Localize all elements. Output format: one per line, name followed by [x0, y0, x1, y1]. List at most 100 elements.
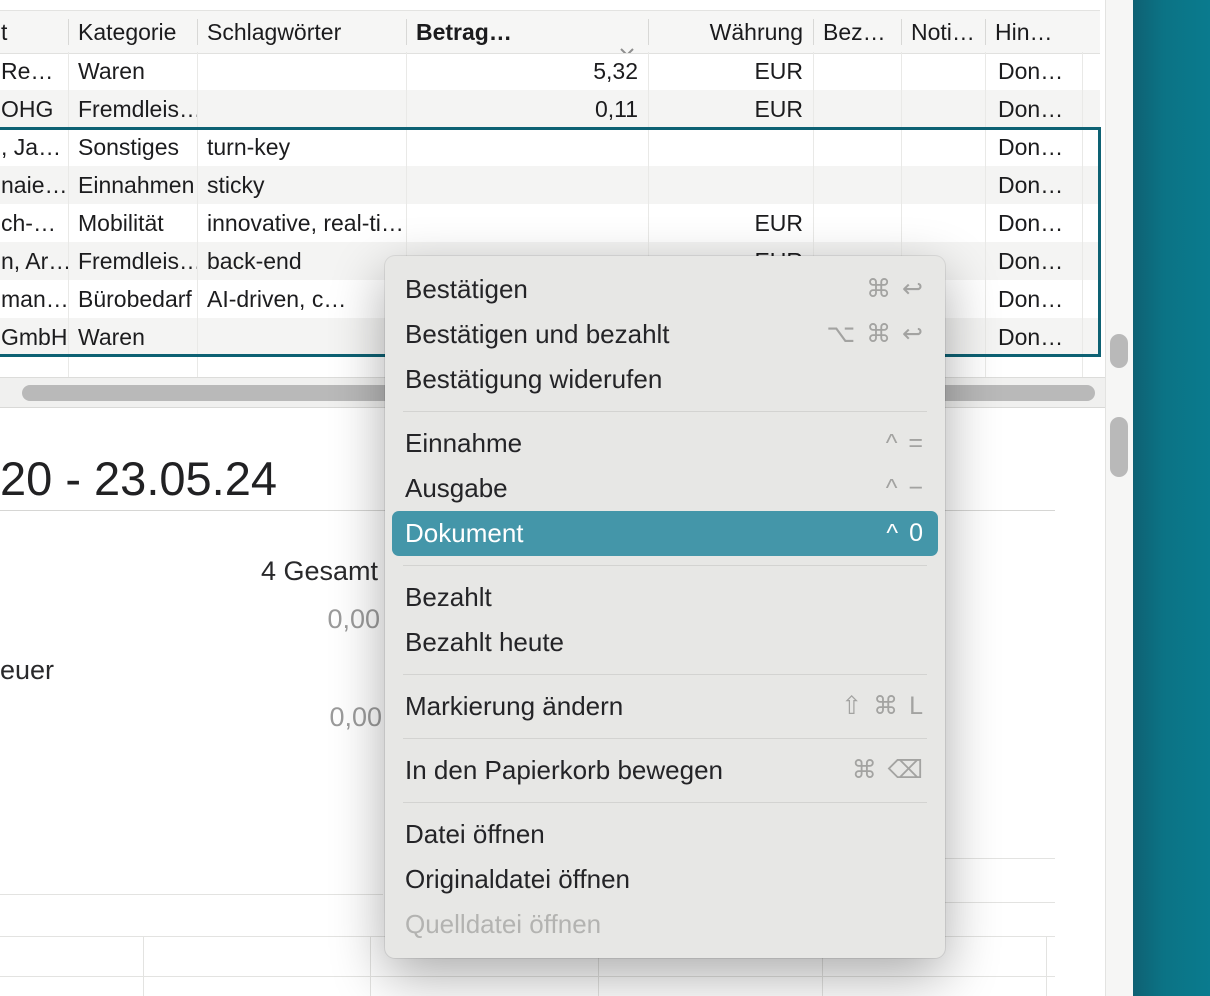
menu-separator [403, 411, 927, 412]
vertical-scrollbar-thumb-top[interactable] [1110, 334, 1128, 368]
cell-schlagworter: AI-driven, c… [197, 280, 406, 318]
cell-betrag: 5,32 [406, 52, 648, 90]
preview-total-value: 0,00 [0, 604, 380, 635]
preview-grid-vline [1046, 936, 1047, 996]
menu-item-in-den-papierkorb-bewegen[interactable]: In den Papierkorb bewegen⌘ ⌫ [392, 748, 938, 793]
cell-hin: Don… [985, 242, 1082, 280]
menu-item-shortcut: ^ − [886, 466, 925, 511]
menu-item-bestatigen[interactable]: Bestätigen ⌘ ↩ [392, 267, 938, 312]
header-separator [813, 19, 814, 45]
column-header-wahrung[interactable]: Währung [648, 11, 813, 53]
app-window: tKategorieSchlagwörterBetrag…WährungBez…… [0, 0, 1210, 996]
menu-separator [403, 674, 927, 675]
cell-betrag: 0,11 [406, 90, 648, 128]
menu-item-shortcut: ^ = [886, 421, 925, 466]
preview-grid-vline [370, 936, 371, 996]
header-separator [648, 19, 649, 45]
header-separator [197, 19, 198, 45]
preview-line [0, 894, 383, 895]
menu-item-bestatigung-widerufen[interactable]: Bestätigung widerufen [392, 357, 938, 402]
cell-bez [813, 52, 901, 90]
table-row[interactable]: ch-…Mobilitätinnovative, real-ti…EURDon… [0, 204, 1100, 242]
menu-separator [403, 802, 927, 803]
vertical-scrollbar-thumb-bottom[interactable] [1110, 417, 1128, 477]
menu-item-label: Bestätigen und bezahlt [405, 312, 670, 357]
menu-item-bezahlt-heute[interactable]: Bezahlt heute [392, 620, 938, 665]
menu-item-label: Dokument [405, 511, 524, 556]
column-header-schlagworter[interactable]: Schlagwörter [197, 11, 406, 53]
table-row[interactable]: naie…EinnahmenstickyDon… [0, 166, 1100, 204]
cell-t: n, Ar… [0, 242, 68, 280]
cell-schlagworter: turn-key [197, 128, 406, 166]
cell-schlagworter: innovative, real-ti… [197, 204, 406, 242]
menu-item-einnahme[interactable]: Einnahme^ = [392, 421, 938, 466]
cell-wahrung: EUR [648, 52, 813, 90]
cell-t: man… [0, 280, 68, 318]
menu-separator [403, 565, 927, 566]
cell-t: Re… [0, 52, 68, 90]
gridline [197, 52, 198, 377]
sort-chevron-down-icon [620, 28, 634, 53]
header-separator [406, 19, 407, 45]
cell-kategorie: Einnahmen [68, 166, 197, 204]
menu-item-originaldatei-offnen[interactable]: Originaldatei öffnen [392, 857, 938, 902]
gridline [985, 52, 986, 377]
menu-item-label: Bezahlt heute [405, 620, 564, 665]
menu-item-markierung-andern[interactable]: Markierung ändern⇧ ⌘ L [392, 684, 938, 729]
cell-hin: Don… [985, 204, 1082, 242]
cell-hin: Don… [985, 128, 1082, 166]
cell-t: OHG [0, 90, 68, 128]
cell-schlagworter [197, 90, 406, 128]
cell-kategorie: Waren [68, 52, 197, 90]
cell-wahrung [648, 128, 813, 166]
column-header-noti[interactable]: Noti… [901, 11, 985, 53]
menu-item-quelldatei-offnen: Quelldatei öffnen [392, 902, 938, 947]
vertical-scrollbar-rail [1105, 0, 1133, 996]
cell-bez [813, 204, 901, 242]
menu-item-label: Datei öffnen [405, 812, 545, 857]
header-separator [901, 19, 902, 45]
cell-schlagworter: back-end [197, 242, 406, 280]
column-header-bez[interactable]: Bez… [813, 11, 901, 53]
cell-wahrung: EUR [648, 90, 813, 128]
cell-bez [813, 90, 901, 128]
menu-item-bestatigen-und-bezahlt[interactable]: Bestätigen und bezahlt⌥ ⌘ ↩ [392, 312, 938, 357]
menu-item-shortcut: ⇧ ⌘ L [841, 684, 925, 729]
table-row[interactable]: OHGFremdleis…0,11EURDon… [0, 90, 1100, 128]
cell-schlagworter: sticky [197, 166, 406, 204]
preview-line [945, 902, 1055, 903]
preview-total-label: 4 Gesamt [0, 556, 378, 587]
preview-heading: 20 - 23.05.24 [0, 451, 277, 506]
cell-hin: Don… [985, 90, 1082, 128]
preview-tax-label: euer [0, 655, 54, 686]
header-separator [985, 19, 986, 45]
cell-kategorie: Sonstiges [68, 128, 197, 166]
cell-kategorie: Fremdleis… [68, 242, 197, 280]
window-edge [1133, 0, 1210, 996]
table-row[interactable]: , Ja…Sonstigesturn-keyDon… [0, 128, 1100, 166]
preview-grid-hline [0, 976, 1055, 977]
menu-item-ausgabe[interactable]: Ausgabe ^ − [392, 466, 938, 511]
menu-item-dokument[interactable]: Dokument^ 0 [392, 511, 938, 556]
table-header-row: tKategorieSchlagwörterBetrag…WährungBez…… [0, 10, 1100, 54]
column-header-kategorie[interactable]: Kategorie [68, 11, 197, 53]
cell-noti [901, 204, 985, 242]
menu-item-label: Originaldatei öffnen [405, 857, 630, 902]
column-header-t[interactable]: t [0, 11, 68, 53]
menu-item-bezahlt[interactable]: Bezahlt [392, 575, 938, 620]
menu-item-datei-offnen[interactable]: Datei öffnen [392, 812, 938, 857]
cell-noti [901, 166, 985, 204]
cell-t: naie… [0, 166, 68, 204]
cell-wahrung [648, 166, 813, 204]
table-row[interactable]: Re…Waren5,32EURDon… [0, 52, 1100, 90]
menu-item-label: Ausgabe [405, 466, 508, 511]
column-header-betrag[interactable]: Betrag… [406, 11, 648, 53]
menu-item-shortcut: ⌘ ↩ [866, 267, 925, 312]
cell-noti [901, 52, 985, 90]
cell-t: GmbH [0, 318, 68, 356]
cell-schlagworter [197, 318, 406, 356]
menu-item-label: Bestätigen [405, 267, 528, 312]
menu-item-label: Quelldatei öffnen [405, 902, 601, 947]
cell-schlagworter [197, 52, 406, 90]
column-header-hin[interactable]: Hin… [985, 11, 1082, 53]
